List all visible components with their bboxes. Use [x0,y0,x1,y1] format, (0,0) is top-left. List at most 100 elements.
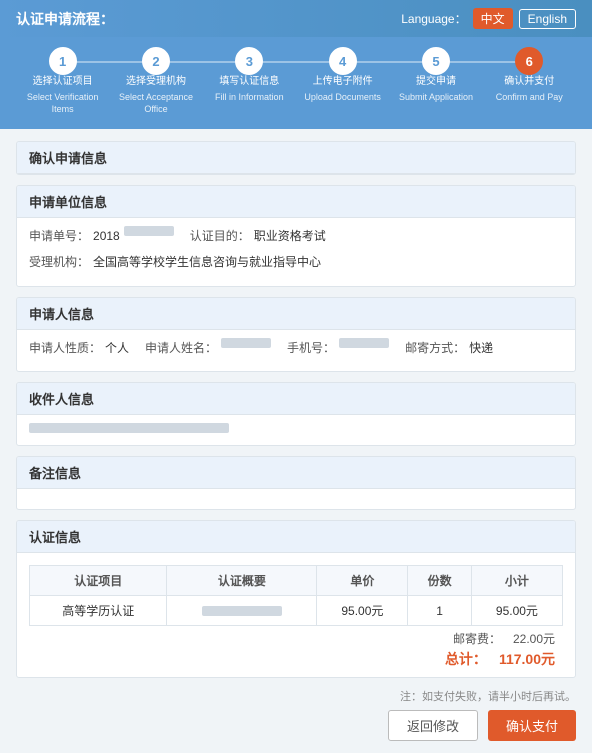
note-bar: 注：如支付失败，请半小时后再试。 [16,688,576,704]
step-5-circle: 5 [422,47,450,75]
total-row: 总计： 117.00元 [445,649,555,669]
row-qty: 1 [408,596,471,626]
recipient-header: 收件人信息 [17,383,575,415]
remark-body [17,489,575,509]
step-4: 4 上传电子附件 Upload Documents [296,47,389,104]
step-3-circle: 3 [235,47,263,75]
phone-label: 手机号： [287,338,335,360]
language-label: Language： [401,10,466,27]
step-6-en: Confirm and Pay [496,92,563,104]
order-field: 申请单号： 2018 [29,226,174,248]
top-header: 认证申请流程： Language： 中文 English [0,0,592,37]
applicant-person-header: 申请人信息 [17,298,575,330]
total-label: 总计： [445,649,487,669]
step-1: 1 选择认证项目 Select Verification Items [16,47,109,115]
post-value: 快递 [469,338,493,360]
recipient-row [29,423,563,433]
col-summary: 认证概要 [167,566,317,596]
remark-header: 备注信息 [17,457,575,489]
recipient-blurred [29,423,229,433]
confirm-section-header: 确认申请信息 [17,142,575,174]
step-3-en: Fill in Information [215,92,284,104]
applicant-unit-card: 申请单位信息 申请单号： 2018 认证目的： 职业资格考试 受理机构： 全国高… [16,185,576,286]
cert-table: 认证项目 认证概要 单价 份数 小计 高等学历认证 95.00元 1 [29,565,563,626]
applicant-person-card: 申请人信息 申请人性质： 个人 申请人姓名： 手机号： 邮寄方式： 快递 [16,297,576,373]
step-3: 3 填写认证信息 Fill in Information [203,47,296,104]
step-5: 5 提交申请 Submit Application [389,47,482,104]
col-price: 单价 [317,566,408,596]
step-4-circle: 4 [329,47,357,75]
applicant-unit-row: 申请单号： 2018 认证目的： 职业资格考试 受理机构： 全国高等学校学生信息… [29,226,563,273]
purpose-label: 认证目的： [190,226,250,248]
step-2-cn: 选择受理机构 [126,75,186,88]
step-6-cn: 确认并支付 [504,75,554,88]
action-bar: 返回修改 确认支付 [16,710,576,741]
applicant-person-row: 申请人性质： 个人 申请人姓名： 手机号： 邮寄方式： 快递 [29,338,563,360]
step-4-en: Upload Documents [304,92,381,104]
main-content: 确认申请信息 申请单位信息 申请单号： 2018 认证目的： 职业资格考试 受理… [0,129,592,753]
cert-info-card: 认证信息 认证项目 认证概要 单价 份数 小计 高等学历认证 [16,520,576,678]
post-label: 邮寄方式： [405,338,465,360]
recipient-card: 收件人信息 [16,382,576,446]
nature-value: 个人 [105,338,129,360]
order-label: 申请单号： [29,226,89,248]
note-text: 注：如支付失败，请半小时后再试。 [400,691,576,703]
applicant-unit-body: 申请单号： 2018 认证目的： 职业资格考试 受理机构： 全国高等学校学生信息… [17,218,575,285]
purpose-field: 认证目的： 职业资格考试 [190,226,326,248]
step-3-cn: 填写认证信息 [219,75,279,88]
applicant-unit-header: 申请单位信息 [17,186,575,218]
order-blurred [124,226,174,236]
step-2-en: Select Acceptance Office [109,92,202,115]
post-field: 邮寄方式： 快递 [405,338,493,360]
row-project: 高等学历认证 [30,596,167,626]
order-value: 2018 [93,226,120,248]
office-label: 受理机构： [29,252,89,274]
step-1-cn: 选择认证项目 [33,75,93,88]
nature-label: 申请人性质： [29,338,101,360]
name-field: 申请人姓名： [145,338,271,360]
steps-bar: 1 选择认证项目 Select Verification Items 2 选择受… [0,37,592,129]
lang-en-button[interactable]: English [519,9,576,29]
step-1-en: Select Verification Items [16,92,109,115]
postage-row: 邮寄费： 22.00元 [453,630,555,647]
confirm-section-card: 确认申请信息 [16,141,576,175]
lang-zh-button[interactable]: 中文 [473,8,513,29]
total-value: 117.00元 [499,649,555,669]
postage-label: 邮寄费： [453,630,501,647]
col-project: 认证项目 [30,566,167,596]
cert-info-header: 认证信息 [17,521,575,553]
applicant-person-body: 申请人性质： 个人 申请人姓名： 手机号： 邮寄方式： 快递 [17,330,575,372]
office-field: 受理机构： 全国高等学校学生信息咨询与就业指导中心 [29,252,321,274]
language-selector: Language： 中文 English [401,8,576,29]
office-value: 全国高等学校学生信息咨询与就业指导中心 [93,252,321,274]
remark-card: 备注信息 [16,456,576,510]
row-summary [167,596,317,626]
col-subtotal: 小计 [471,566,562,596]
nature-field: 申请人性质： 个人 [29,338,129,360]
step-4-cn: 上传电子附件 [313,75,373,88]
step-5-en: Submit Application [399,92,473,104]
table-row: 高等学历认证 95.00元 1 95.00元 [30,596,563,626]
cert-info-body: 认证项目 认证概要 单价 份数 小计 高等学历认证 95.00元 1 [17,553,575,677]
step-1-circle: 1 [49,47,77,75]
phone-field: 手机号： [287,338,389,360]
page-title: 认证申请流程： [16,9,114,29]
cert-table-header-row: 认证项目 认证概要 单价 份数 小计 [30,566,563,596]
step-5-cn: 提交申请 [416,75,456,88]
row-subtotal: 95.00元 [471,596,562,626]
summary-blurred [202,606,282,616]
name-label: 申请人姓名： [145,338,217,360]
steps-container: 1 选择认证项目 Select Verification Items 2 选择受… [16,47,576,115]
summary-rows: 邮寄费： 22.00元 总计： 117.00元 [29,626,563,669]
purpose-value: 职业资格考试 [254,226,326,248]
step-2-circle: 2 [142,47,170,75]
recipient-body [17,415,575,445]
name-blurred [221,338,271,348]
confirm-pay-button[interactable]: 确认支付 [488,710,576,741]
step-6: 6 确认并支付 Confirm and Pay [483,47,576,104]
phone-blurred [339,338,389,348]
back-button[interactable]: 返回修改 [388,710,478,741]
step-6-circle: 6 [515,47,543,75]
step-2: 2 选择受理机构 Select Acceptance Office [109,47,202,115]
col-qty: 份数 [408,566,471,596]
